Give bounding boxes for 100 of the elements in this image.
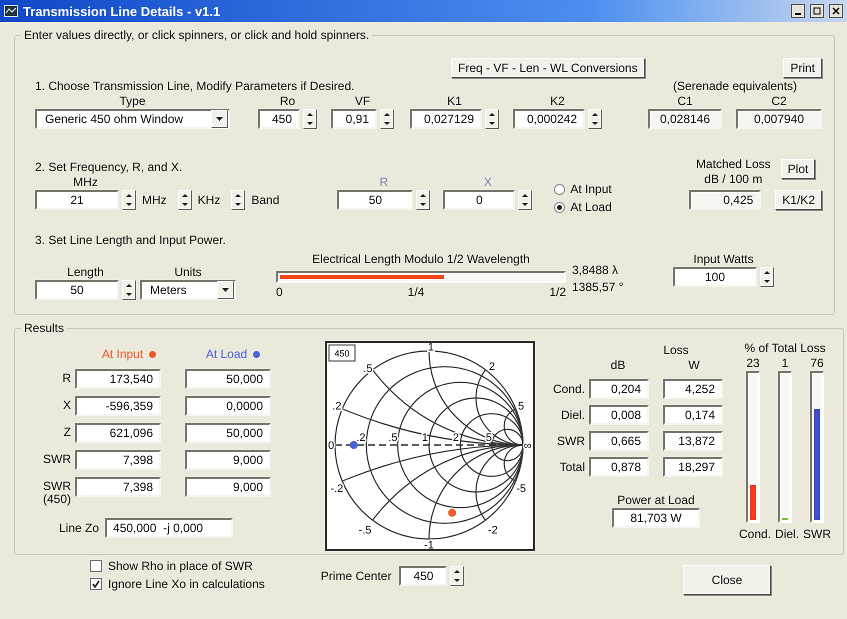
check-icon — [92, 580, 100, 588]
input-field[interactable]: 450 — [258, 109, 300, 129]
plot-button[interactable]: Plot — [780, 159, 816, 179]
maximize-button[interactable] — [810, 4, 824, 18]
percent-value: 76 — [810, 356, 824, 371]
scale-label: 0 — [328, 440, 334, 452]
result-field: 450,000 -j 0,000 — [105, 518, 234, 538]
close-button[interactable] — [829, 4, 843, 18]
scale-label: 5 — [518, 400, 524, 413]
loss-field: 0,204 — [589, 379, 649, 399]
section-title: 3. Set Line Length and Input Power. — [35, 232, 227, 248]
radio-option[interactable]: At Load — [554, 198, 612, 216]
field-label: Length — [67, 265, 104, 280]
loss-field: 0,878 — [589, 457, 649, 477]
loss-field: 4,252 — [663, 379, 723, 399]
result-field: 621,096 — [75, 423, 161, 443]
close-icon — [832, 7, 840, 15]
input-field[interactable]: 21 — [35, 190, 119, 210]
spin-button[interactable] — [231, 190, 246, 210]
loss-field: 13,872 — [663, 431, 723, 451]
row-label: X — [62, 399, 71, 412]
print-button[interactable]: Print — [783, 58, 822, 78]
spin-button[interactable] — [122, 280, 136, 300]
spin-button[interactable] — [588, 109, 602, 129]
close-button[interactable]: Close — [683, 565, 771, 595]
scale-label: -.5 — [358, 524, 372, 537]
scale-label: -1 — [424, 540, 434, 549]
spin-button[interactable] — [303, 109, 317, 129]
spin-button[interactable] — [450, 566, 464, 586]
section-title: 1. Choose Transmission Line, Modify Parameters if Desired. — [35, 78, 354, 94]
app-icon — [4, 5, 18, 17]
group-legend: Enter values directly, or click spinners, or click and hold spinners. — [21, 28, 372, 42]
spin-button[interactable] — [518, 190, 532, 210]
field-label: K1 — [447, 94, 462, 109]
power-at-load-field: 81,703 W — [612, 508, 700, 528]
output-field: 0,425 — [689, 190, 762, 210]
radio-option[interactable]: At Input — [554, 180, 612, 198]
scale-label: 1 — [422, 432, 428, 444]
serenade-heading: (Serenade equivalents) — [672, 79, 798, 94]
spin-button[interactable] — [122, 190, 136, 210]
field-label: Input Watts — [693, 252, 754, 267]
output-field: 0,007940 — [736, 109, 822, 129]
field-label: C1 — [677, 94, 693, 109]
unit-label: dB / 100 m — [704, 172, 762, 187]
input-field[interactable]: 0,027129 — [410, 109, 482, 129]
field-label: Ro — [280, 94, 296, 109]
dropdown[interactable]: Generic 450 ohm Window — [35, 109, 230, 129]
row-label: Z — [62, 426, 71, 439]
spin-button[interactable] — [760, 267, 774, 287]
length-reading: 1385,57 ° — [572, 279, 624, 296]
conversions-button[interactable]: Freq - VF - Len - WL Conversions — [451, 58, 645, 78]
checkbox-option[interactable]: Show Rho in place of SWR — [90, 557, 253, 575]
field-label: K2 — [550, 94, 565, 109]
field-label: MHz — [73, 175, 98, 190]
spin-button[interactable] — [485, 109, 499, 129]
caret-icon — [216, 117, 223, 121]
field-label: Type — [119, 94, 146, 109]
loss-field: 0,008 — [589, 405, 649, 425]
result-field: 9,000 — [185, 477, 271, 497]
output-field: 0,028146 — [648, 109, 722, 129]
section-title: 2. Set Frequency, R, and X. — [35, 159, 182, 175]
loss-field: 0,665 — [589, 431, 649, 451]
row-label: SWR — [556, 434, 585, 448]
dropdown-value: Meters — [150, 283, 187, 297]
matched-loss-label: Matched Loss — [696, 157, 771, 172]
input-field[interactable]: 0,91 — [331, 109, 377, 129]
field-label: Units — [174, 265, 202, 280]
dropdown-value: Generic 450 ohm Window — [45, 112, 184, 126]
k1-k2-button[interactable]: K1/K2 — [775, 190, 822, 210]
scale-label: ∞ — [524, 440, 532, 452]
dropdown[interactable]: Meters — [140, 280, 236, 300]
result-field: 7,398 — [75, 477, 161, 497]
row-label: SWR (450) — [42, 480, 71, 506]
input-field[interactable]: 100 — [673, 267, 757, 287]
power-at-load-label: Power at Load — [617, 493, 695, 508]
result-field: 50,000 — [185, 369, 271, 389]
checkbox-option[interactable]: Ignore Line Xo in calculations — [90, 575, 265, 593]
input-field[interactable]: 50 — [337, 190, 414, 210]
bar-label: Cond. — [739, 527, 772, 542]
badge-frame — [328, 344, 356, 362]
bar-label: SWR — [803, 527, 832, 542]
input-field[interactable]: 50 — [35, 280, 119, 300]
field-label: VF — [354, 94, 370, 109]
input-field[interactable]: 450 — [399, 566, 448, 586]
row-label: Cond. — [552, 382, 585, 396]
field-label: Prime Center — [320, 568, 392, 584]
tick-label: 1/4 — [408, 285, 424, 300]
loss-field: 0,174 — [663, 405, 723, 425]
group-legend: Results — [21, 321, 68, 335]
loss-heading: Loss — [663, 343, 689, 358]
percent-value: 1 — [782, 356, 788, 371]
minimize-button[interactable] — [791, 4, 805, 18]
caret-icon — [222, 288, 229, 292]
spin-button[interactable] — [380, 109, 394, 129]
row-label: Line Zo — [59, 520, 100, 536]
input-field[interactable]: 0,000242 — [513, 109, 585, 129]
input-field[interactable]: 0 — [443, 190, 516, 210]
spin-button[interactable] — [416, 190, 430, 210]
tick-label: 0 — [276, 285, 283, 300]
spin-button[interactable] — [178, 190, 192, 210]
